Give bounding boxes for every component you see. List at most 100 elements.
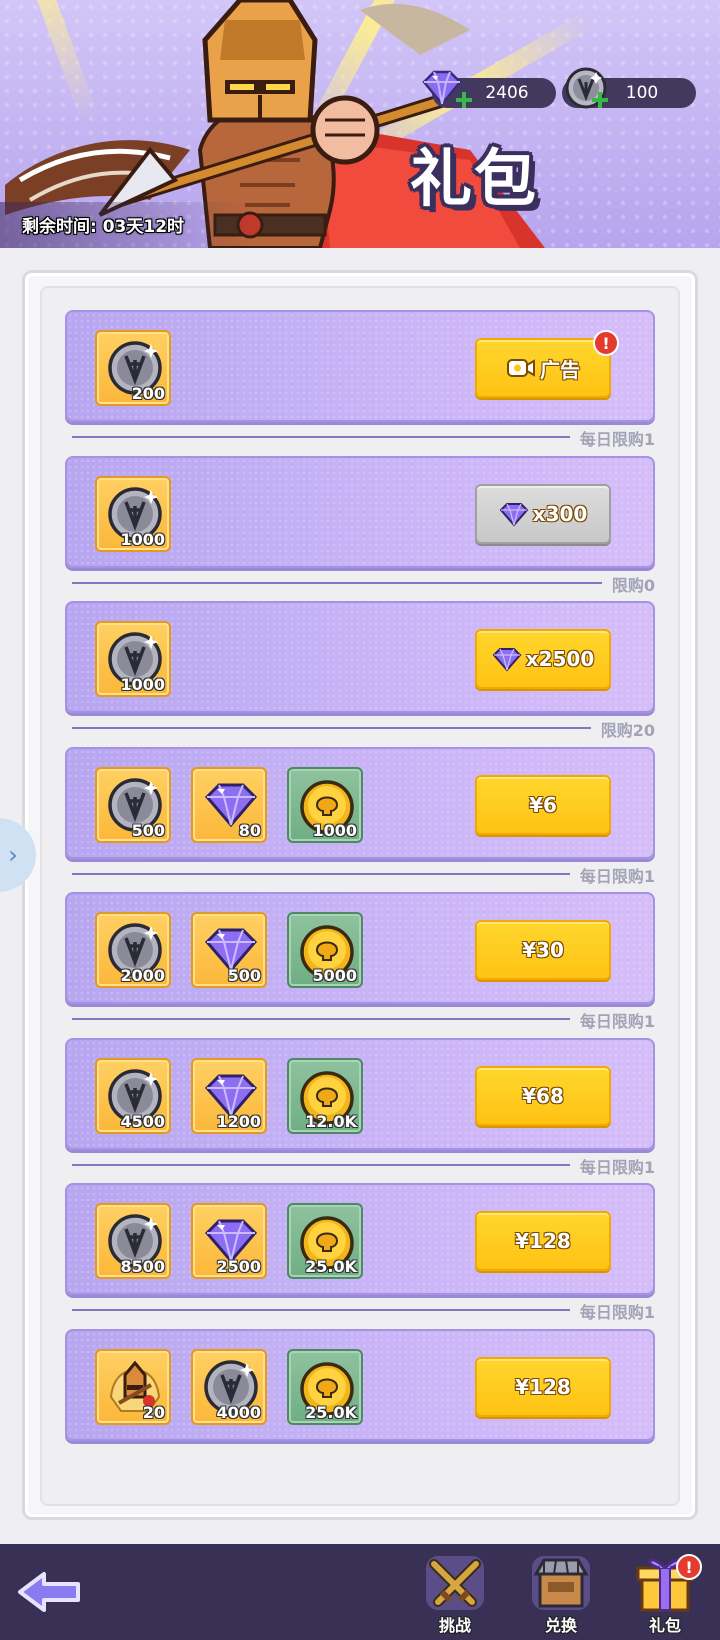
chevron-right-icon: › <box>8 841 18 869</box>
reward-quantity: 1000 <box>120 530 165 549</box>
purchase-limit-text: 每日限购1 <box>579 1303 655 1322</box>
remaining-time-label: 剩余时间: 03天12时 <box>22 217 185 237</box>
page-title: 礼包 <box>410 142 539 215</box>
reward-item[interactable]: 1000 <box>95 621 171 697</box>
purchase-limit-row: 每日限购1 <box>72 1008 655 1031</box>
divider-line <box>72 873 570 875</box>
offer-card: 1000 x2500 <box>65 601 655 713</box>
back-arrow-icon[interactable] <box>16 1568 84 1616</box>
divider-line <box>72 436 570 438</box>
offer-card: 2000 500 5000 ¥30 <box>65 892 655 1004</box>
reward-item[interactable]: 1000 <box>95 476 171 552</box>
divider-line <box>72 1018 570 1020</box>
add-silver-coin-icon[interactable] <box>592 92 608 108</box>
purchase-button-label: x300 <box>532 502 588 526</box>
header-banner: 剩余时间: 03天12时 礼包 2406 100 <box>0 0 720 248</box>
reward-item[interactable]: 2500 <box>191 1203 267 1279</box>
offer-card: 1000 x300 <box>65 456 655 568</box>
purchase-limit-row: 限购0 <box>72 572 655 595</box>
reward-quantity: 1200 <box>216 1112 261 1131</box>
reward-quantity: 80 <box>238 821 261 840</box>
gem-purchase-button[interactable]: x300 <box>475 484 611 544</box>
price-purchase-button[interactable]: ¥68 <box>475 1066 611 1126</box>
reward-quantity: 2000 <box>120 966 165 985</box>
nav-exchange[interactable]: 兑换 <box>516 1550 606 1638</box>
nav-exchange-label: 兑换 <box>544 1616 577 1635</box>
video-camera-icon <box>506 355 536 381</box>
purchase-limit-row: 每日限购1 <box>72 1299 655 1322</box>
reward-item[interactable]: 5000 <box>287 912 363 988</box>
purchase-limit-text: 每日限购1 <box>579 1012 655 1031</box>
reward-item[interactable]: 25.0K <box>287 1349 363 1425</box>
nav-challenge-label: 挑战 <box>438 1616 471 1635</box>
shop-icon <box>532 1556 590 1610</box>
purchase-limit-text: 限购20 <box>600 721 655 740</box>
purchase-button-label: ¥30 <box>522 938 564 962</box>
divider-line <box>72 1309 570 1311</box>
reward-quantity: 8500 <box>120 1257 165 1276</box>
reward-item[interactable]: 2000 <box>95 912 171 988</box>
reward-item[interactable]: 200 <box>95 330 171 406</box>
reward-quantity: 1000 <box>312 821 357 840</box>
reward-quantity: 4000 <box>216 1403 261 1422</box>
reward-item[interactable]: 1000 <box>287 767 363 843</box>
divider-line <box>72 1164 570 1166</box>
purchase-limit-row: 每日限购1 <box>72 426 655 449</box>
nav-gift-pack-label: 礼包 <box>648 1616 681 1635</box>
reward-item[interactable]: 12.0K <box>287 1058 363 1134</box>
divider-line <box>72 582 602 584</box>
reward-quantity: 12.0K <box>305 1112 357 1131</box>
nav-challenge[interactable]: 挑战 <box>410 1550 500 1638</box>
price-purchase-button[interactable]: ¥128 <box>475 1357 611 1417</box>
reward-quantity: 1000 <box>120 675 165 694</box>
reward-item[interactable]: 500 <box>95 767 171 843</box>
purchase-limit-row: 每日限购1 <box>72 863 655 886</box>
purchase-button-label: ¥68 <box>522 1084 564 1108</box>
reward-quantity: 25.0K <box>305 1403 357 1422</box>
purchase-button-label: ¥128 <box>515 1229 571 1253</box>
offer-card: 4500 1200 12.0K ¥68 <box>65 1038 655 1150</box>
purchase-button-label: 广告 <box>540 357 580 382</box>
crossed-swords-icon <box>426 1556 484 1610</box>
reward-item[interactable]: 1200 <box>191 1058 267 1134</box>
price-purchase-button[interactable]: ¥128 <box>475 1211 611 1271</box>
gem-icon <box>492 646 522 672</box>
gem-purchase-button[interactable]: x2500 <box>475 629 611 689</box>
purchase-limit-text: 限购0 <box>611 576 655 595</box>
reward-item[interactable]: 4000 <box>191 1349 267 1425</box>
offer-card: 500 80 1000 ¥6 <box>65 747 655 859</box>
purchase-button-label: x2500 <box>525 647 595 671</box>
add-gem-icon[interactable] <box>456 92 472 108</box>
reward-quantity: 25.0K <box>305 1257 357 1276</box>
reward-item[interactable]: 80 <box>191 767 267 843</box>
reward-quantity: 500 <box>227 966 261 985</box>
reward-item[interactable]: 4500 <box>95 1058 171 1134</box>
nav-gift-alert-badge: ! <box>676 1554 702 1580</box>
gem-icon <box>499 501 529 527</box>
reward-quantity: 200 <box>131 384 165 403</box>
reward-quantity: 4500 <box>120 1112 165 1131</box>
divider-line <box>72 727 591 729</box>
bottom-nav-bar: 挑战 兑换 礼包 ! <box>0 1544 720 1640</box>
reward-item[interactable]: 500 <box>191 912 267 988</box>
watch-ad-button[interactable]: 广告 <box>475 338 611 398</box>
purchase-limit-text: 每日限购1 <box>579 1158 655 1177</box>
purchase-limit-row: 限购20 <box>72 717 655 740</box>
purchase-button-label: ¥6 <box>529 793 557 817</box>
nav-gift-pack[interactable]: 礼包 ! <box>620 1550 710 1638</box>
reward-item[interactable]: 25.0K <box>287 1203 363 1279</box>
price-purchase-button[interactable]: ¥30 <box>475 920 611 980</box>
reward-quantity: 500 <box>131 821 165 840</box>
purchase-button-label: ¥128 <box>515 1375 571 1399</box>
purchase-limit-text: 每日限购1 <box>579 867 655 886</box>
price-purchase-button[interactable]: ¥6 <box>475 775 611 835</box>
offer-card: 200 广告! <box>65 310 655 422</box>
reward-quantity: 2500 <box>216 1257 261 1276</box>
reward-item[interactable]: 20 <box>95 1349 171 1425</box>
offer-card: 8500 2500 25.0K ¥128 <box>65 1183 655 1295</box>
reward-quantity: 20 <box>142 1403 165 1422</box>
reward-item[interactable]: 8500 <box>95 1203 171 1279</box>
alert-badge: ! <box>593 330 619 356</box>
purchase-limit-row: 每日限购1 <box>72 1154 655 1177</box>
offer-card: 20 4000 25.0K ¥128 <box>65 1329 655 1441</box>
